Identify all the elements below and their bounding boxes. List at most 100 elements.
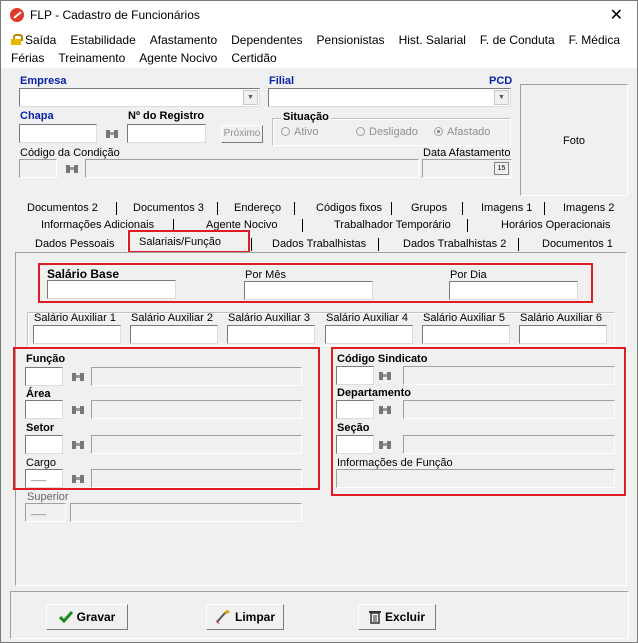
salario-aux-2-input[interactable] (130, 325, 218, 344)
salario-aux-1-input[interactable] (33, 325, 121, 344)
proximo-button[interactable]: Próximo (221, 125, 263, 143)
binoculars-icon[interactable] (102, 124, 122, 144)
main-window: FLP - Cadastro de Funcionários ✕ Saída E… (0, 0, 638, 643)
excluir-button[interactable]: Excluir (358, 604, 436, 630)
menu-item-pensionistas[interactable]: Pensionistas (317, 33, 385, 47)
registro-input[interactable] (127, 124, 206, 143)
limpar-button[interactable]: Limpar (206, 604, 284, 630)
salario-base-label: Salário Base (47, 267, 120, 281)
photo-frame[interactable]: Foto (520, 84, 628, 196)
area-code-input[interactable] (25, 400, 63, 419)
binoculars-icon[interactable] (68, 435, 88, 455)
tab-trabalhador-temporario[interactable]: Trabalhador Temporário (334, 217, 451, 233)
filial-combo[interactable]: ▼ (268, 88, 511, 107)
binoculars-icon[interactable] (62, 159, 82, 179)
tab-grupos[interactable]: Grupos (411, 200, 447, 216)
salario-aux-3-label: Salário Auxiliar 3 (228, 312, 310, 324)
informacoes-funcao-input (336, 469, 615, 488)
binoculars-icon[interactable] (375, 400, 395, 420)
empresa-combo[interactable]: ▼ (19, 88, 260, 107)
superior-descricao (70, 503, 302, 522)
binoculars-icon[interactable] (375, 366, 395, 386)
tab-documentos-3[interactable]: Documentos 3 (133, 200, 204, 216)
radio-ativo[interactable]: Ativo (281, 126, 318, 138)
salario-aux-2-label: Salário Auxiliar 2 (131, 312, 213, 324)
close-window-button[interactable]: ✕ (610, 5, 623, 25)
departamento-code-input[interactable] (336, 400, 374, 419)
menu-item-estabilidade[interactable]: Estabilidade (70, 33, 135, 47)
tab-separator (378, 238, 379, 251)
salario-aux-4-input[interactable] (325, 325, 413, 344)
tab-separator (544, 202, 545, 215)
cargo-code-input[interactable]: ___ (25, 469, 63, 488)
binoculars-icon[interactable] (68, 367, 88, 387)
menu-item-agente-nocivo[interactable]: Agente Nocivo (139, 51, 217, 65)
sindicato-descricao (403, 366, 615, 385)
funcao-code-input[interactable] (25, 367, 63, 386)
por-mes-input[interactable] (244, 281, 373, 300)
salario-aux-6-input[interactable] (519, 325, 607, 344)
situacao-label: Situação (281, 111, 331, 123)
salario-aux-5-input[interactable] (422, 325, 510, 344)
tab-imagens-2[interactable]: Imagens 2 (563, 200, 614, 216)
departamento-descricao (403, 400, 615, 419)
menu-item-dependentes[interactable]: Dependentes (231, 33, 302, 47)
menu-item-f-medica[interactable]: F. Médica (569, 33, 620, 47)
binoculars-icon[interactable] (68, 400, 88, 420)
tab-separator (294, 202, 295, 215)
tab-separator (518, 238, 519, 251)
window-title: FLP - Cadastro de Funcionários (30, 8, 200, 22)
app-logo-icon (10, 8, 24, 22)
radio-desligado[interactable]: Desligado (356, 126, 418, 138)
menu-row-2: Férias Treinamento Agente Nocivo Certidã… (11, 49, 291, 67)
tab-imagens-1[interactable]: Imagens 1 (481, 200, 532, 216)
menu-item-certidao[interactable]: Certidão (231, 51, 276, 65)
broom-icon (215, 610, 230, 625)
menu-bar: Saída Estabilidade Afastamento Dependent… (1, 28, 637, 68)
gravar-button[interactable]: Gravar (46, 604, 128, 630)
funcao-label: Função (26, 353, 66, 365)
menu-item-ferias[interactable]: Férias (11, 51, 44, 65)
calendar-icon[interactable]: 15 (494, 162, 509, 175)
funcao-descricao (91, 367, 302, 386)
pcd-label: PCD (489, 75, 513, 87)
title-bar: FLP - Cadastro de Funcionários ✕ (1, 1, 637, 28)
codigo-condicao-input[interactable] (19, 159, 57, 178)
tab-dados-trabalhistas-2[interactable]: Dados Trabalhistas 2 (403, 236, 506, 252)
superior-code-input[interactable]: ___ (25, 503, 66, 522)
salario-aux-1-label: Salário Auxiliar 1 (34, 312, 116, 324)
salario-aux-3-input[interactable] (227, 325, 315, 344)
salario-base-input[interactable] (47, 280, 176, 299)
radio-icon (281, 127, 290, 136)
salario-aux-4-label: Salário Auxiliar 4 (326, 312, 408, 324)
menu-item-f-conduta[interactable]: F. de Conduta (480, 33, 555, 47)
filial-label: Filial (269, 75, 295, 87)
menu-item-hist-salarial[interactable]: Hist. Salarial (399, 33, 466, 47)
tab-codigos-fixos[interactable]: Códigos fixos (316, 200, 382, 216)
tab-separator (116, 202, 117, 215)
radio-afastado[interactable]: Afastado (434, 126, 490, 138)
tab-dados-pessoais[interactable]: Dados Pessoais (35, 236, 115, 252)
por-dia-label: Por Dia (450, 269, 487, 281)
binoculars-icon[interactable] (68, 469, 88, 489)
menu-item-saida[interactable]: Saída (11, 33, 56, 47)
tab-separator (302, 219, 303, 232)
sindicato-code-input[interactable] (336, 366, 374, 385)
chapa-input[interactable] (19, 124, 97, 143)
secao-code-input[interactable] (336, 435, 374, 454)
tab-separator (251, 238, 252, 251)
data-afastamento-input[interactable]: 15 (422, 159, 512, 178)
chevron-down-icon[interactable]: ▼ (243, 90, 258, 105)
menu-item-treinamento[interactable]: Treinamento (58, 51, 125, 65)
tab-dados-trabalhistas[interactable]: Dados Trabalhistas (272, 236, 366, 252)
tab-documentos-2[interactable]: Documentos 2 (27, 200, 98, 216)
por-dia-input[interactable] (449, 281, 578, 300)
tab-horarios-operacionais[interactable]: Horários Operacionais (501, 217, 610, 233)
highlight-active-tab (128, 230, 250, 253)
binoculars-icon[interactable] (375, 435, 395, 455)
tab-documentos-1[interactable]: Documentos 1 (542, 236, 613, 252)
setor-code-input[interactable] (25, 435, 63, 454)
chevron-down-icon[interactable]: ▼ (494, 90, 509, 105)
menu-item-afastamento[interactable]: Afastamento (150, 33, 217, 47)
tab-endereco[interactable]: Endereço (234, 200, 281, 216)
